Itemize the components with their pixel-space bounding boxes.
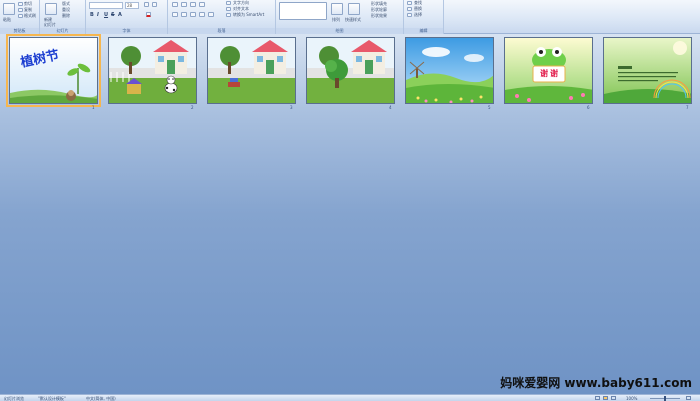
zoom-level[interactable]: 100%	[626, 396, 637, 401]
slide-thumbnail-1[interactable]: 植树节	[6, 34, 101, 107]
paste-icon[interactable]	[3, 3, 15, 15]
align-center-icon[interactable]	[181, 12, 187, 17]
reset-label[interactable]: 重设	[62, 7, 70, 12]
shape-fill-label[interactable]: 形状填充	[371, 1, 387, 6]
decrease-indent-icon[interactable]	[190, 2, 196, 7]
strike-button[interactable]: S	[111, 12, 115, 18]
group-font: 28 B I U S A 字体	[86, 0, 168, 34]
site-watermark: 妈咪爱婴网 www.baby611.com	[500, 376, 692, 390]
arrange-label[interactable]: 排列	[332, 17, 340, 22]
arrange-icon[interactable]	[331, 3, 343, 15]
copy-label[interactable]: 复制	[24, 7, 32, 12]
format-painter-label[interactable]: 格式刷	[24, 13, 36, 18]
increase-indent-icon[interactable]	[199, 2, 205, 7]
find-icon[interactable]	[407, 1, 412, 5]
text-direction-icon[interactable]	[226, 1, 231, 5]
delete-label[interactable]: 删除	[62, 13, 70, 18]
align-text-label[interactable]: 对齐文本	[233, 6, 249, 11]
ribbon: 粘贴 剪切 复制 格式刷 剪贴板 新建 幻灯片 版式 重设 删除 幻灯片 28 …	[0, 0, 700, 34]
group-paragraph: 文字方向 对齐文本 转换为 SmartArt 段落	[168, 0, 276, 34]
underline-button[interactable]: U	[104, 12, 108, 18]
status-bar: 幻灯片浏览 "默认设计模板" 中文(简体, 中国) 100%	[0, 394, 700, 401]
select-label[interactable]: 选择	[414, 12, 422, 17]
font-color-icon[interactable]	[146, 12, 151, 17]
paste-label[interactable]: 粘贴	[3, 17, 11, 22]
slide-number-1: 1	[92, 105, 95, 110]
slide-number-3: 3	[290, 105, 293, 110]
zoom-slider-handle[interactable]	[664, 396, 666, 401]
shapes-gallery-icon[interactable]	[279, 2, 327, 20]
format-painter-icon[interactable]	[18, 14, 23, 18]
slideshow-view-icon[interactable]	[611, 396, 616, 400]
select-icon[interactable]	[407, 13, 412, 17]
slide-number-5: 5	[488, 105, 491, 110]
italic-button[interactable]: I	[97, 12, 99, 18]
status-theme-label[interactable]: "默认设计模板"	[38, 396, 66, 401]
slide-thumbnail-6[interactable]: 谢谢	[504, 37, 593, 104]
smartart-icon[interactable]	[226, 13, 231, 17]
slide-thumbnail-4[interactable]	[306, 37, 395, 104]
font-size-combo[interactable]: 28	[125, 2, 139, 9]
replace-label[interactable]: 替换	[414, 6, 422, 11]
copy-icon[interactable]	[18, 8, 23, 12]
group-drawing: 排列 快速样式 形状填充 形状轮廓 形状效果 绘图	[276, 0, 404, 34]
slide-number-6: 6	[587, 105, 590, 110]
cut-label[interactable]: 剪切	[24, 1, 32, 6]
slide-number-4: 4	[389, 105, 392, 110]
status-view-label: 幻灯片浏览	[4, 396, 24, 401]
align-right-icon[interactable]	[190, 12, 196, 17]
status-language-label[interactable]: 中文(简体, 中国)	[86, 396, 116, 401]
justify-icon[interactable]	[199, 12, 205, 17]
slide-number-2: 2	[191, 105, 194, 110]
shape-outline-label[interactable]: 形状轮廓	[371, 7, 387, 12]
slide-thumbnail-7[interactable]	[603, 37, 692, 104]
cut-icon[interactable]	[18, 2, 23, 6]
align-text-icon[interactable]	[226, 7, 231, 11]
new-slide-label[interactable]: 新建 幻灯片	[44, 17, 56, 27]
new-slide-icon[interactable]	[45, 3, 57, 15]
shrink-font-icon[interactable]	[152, 2, 157, 7]
replace-icon[interactable]	[407, 7, 412, 11]
group-clipboard: 粘贴 剪切 复制 格式刷 剪贴板	[0, 0, 40, 34]
shape-effects-label[interactable]: 形状效果	[371, 13, 387, 18]
numbering-icon[interactable]	[181, 2, 187, 7]
bold-button[interactable]: B	[90, 12, 94, 18]
slide-thumbnail-3[interactable]	[207, 37, 296, 104]
shadow-button[interactable]: A	[118, 12, 122, 18]
quick-styles-icon[interactable]	[348, 3, 360, 15]
layout-label[interactable]: 版式	[62, 1, 70, 6]
sorter-view-icon[interactable]	[603, 396, 608, 400]
text-direction-label[interactable]: 文字方向	[233, 0, 249, 5]
quick-styles-label[interactable]: 快速样式	[345, 17, 361, 22]
font-name-combo[interactable]	[89, 2, 123, 9]
slide-thumbnail-2[interactable]	[108, 37, 197, 104]
slide-thumbnail-5[interactable]	[405, 37, 494, 104]
slide-number-7: 7	[686, 105, 689, 110]
columns-icon[interactable]	[208, 12, 214, 17]
normal-view-icon[interactable]	[595, 396, 600, 400]
slide-6-title: 谢谢	[540, 69, 560, 78]
fit-window-icon[interactable]	[686, 396, 691, 400]
group-slides: 新建 幻灯片 版式 重设 删除 幻灯片	[40, 0, 86, 34]
convert-smartart-label[interactable]: 转换为 SmartArt	[233, 12, 264, 17]
align-left-icon[interactable]	[172, 12, 178, 17]
group-editing: 查找 替换 选择 编辑	[404, 0, 444, 34]
find-label[interactable]: 查找	[414, 0, 422, 5]
grow-font-icon[interactable]	[144, 2, 149, 7]
bullets-icon[interactable]	[172, 2, 178, 7]
